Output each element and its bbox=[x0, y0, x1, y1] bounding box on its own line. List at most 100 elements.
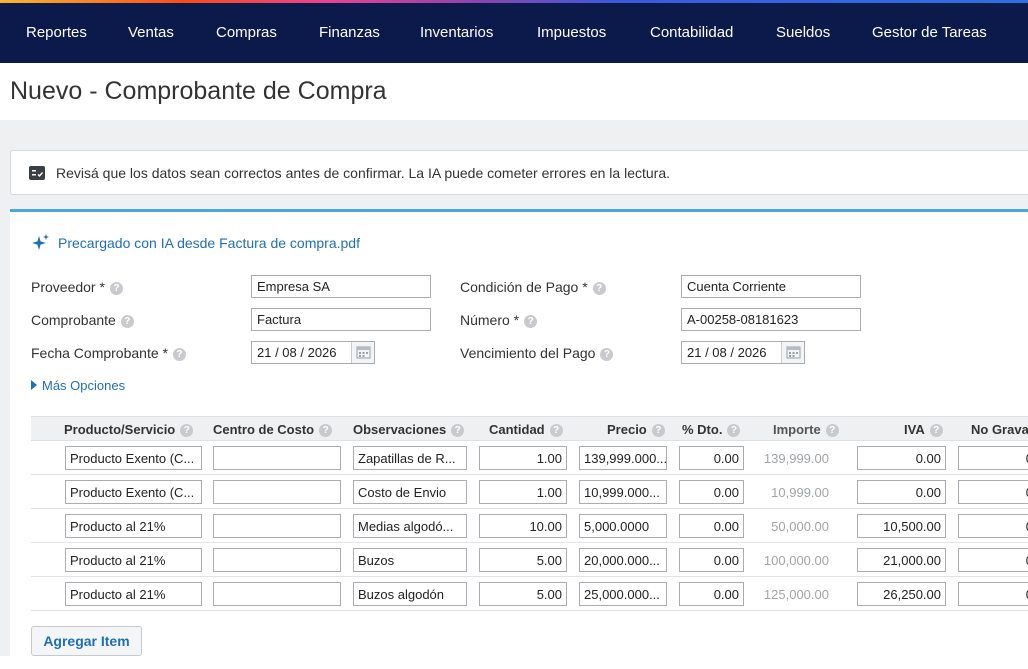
no-grava-input[interactable]: 0 bbox=[958, 446, 1028, 470]
iva-input[interactable]: 26,250.00 bbox=[857, 582, 946, 606]
descuento-input[interactable]: 0.00 bbox=[679, 514, 744, 538]
importe-value: 50,000.00 bbox=[771, 519, 829, 534]
nav-item-finanzas[interactable]: Finanzas bbox=[319, 3, 380, 63]
condicion-pago-field[interactable]: Cuenta Corriente bbox=[681, 275, 861, 298]
precio-input[interactable]: 10,999.000... bbox=[579, 480, 667, 504]
calendar-icon[interactable] bbox=[781, 342, 804, 363]
precio-input[interactable]: 139,999.000... bbox=[579, 446, 667, 470]
cantidad-input[interactable]: 1.00 bbox=[479, 446, 567, 470]
voucher-card: Precargado con IA desde Factura de compr… bbox=[10, 209, 1028, 669]
no-grava-input[interactable]: 0 bbox=[958, 514, 1028, 538]
producto-select[interactable]: Producto al 21% bbox=[65, 582, 202, 606]
importe-value: 125,000.00 bbox=[763, 587, 829, 602]
producto-select[interactable]: Producto al 21% bbox=[65, 514, 202, 538]
nav-item-impuestos[interactable]: Impuestos bbox=[537, 3, 606, 63]
descuento-input[interactable]: 0.00 bbox=[679, 582, 744, 606]
vencimiento-date-input[interactable]: 21 / 08 / 2026 bbox=[681, 341, 805, 364]
nav-item-contabilidad[interactable]: Contabilidad bbox=[650, 3, 733, 63]
nav-item-compras[interactable]: Compras bbox=[216, 3, 277, 63]
comprobante-field[interactable]: Factura bbox=[251, 308, 431, 331]
table-row: Producto al 21% Buzos 5.00 20,000.000...… bbox=[31, 543, 1028, 577]
precio-input[interactable]: 20,000.000... bbox=[579, 548, 667, 572]
vencimiento-label: Vencimiento del Pago? bbox=[460, 345, 614, 361]
observaciones-input[interactable]: Costo de Envio bbox=[353, 480, 467, 504]
iva-input[interactable]: 0.00 bbox=[857, 446, 946, 470]
centro-costo-input[interactable] bbox=[213, 446, 341, 470]
help-icon[interactable]: ? bbox=[319, 424, 333, 437]
calendar-icon[interactable] bbox=[351, 342, 374, 363]
help-icon[interactable]: ? bbox=[825, 424, 839, 437]
observaciones-input[interactable]: Zapatillas de R... bbox=[353, 446, 467, 470]
add-item-button[interactable]: Agregar Item bbox=[31, 626, 142, 656]
observaciones-input[interactable]: Buzos bbox=[353, 548, 467, 572]
centro-costo-input[interactable] bbox=[213, 480, 341, 504]
producto-select[interactable]: Producto Exento (C... bbox=[65, 480, 202, 504]
descuento-input[interactable]: 0.00 bbox=[679, 480, 744, 504]
no-grava-input[interactable]: 0 bbox=[958, 480, 1028, 504]
iva-input[interactable]: 10,500.00 bbox=[857, 514, 946, 538]
precio-input[interactable]: 25,000.000... bbox=[579, 582, 667, 606]
col-centro-costo: Centro de Costo? bbox=[213, 422, 333, 437]
numero-label-text: Número * bbox=[460, 312, 520, 328]
cantidad-input[interactable]: 5.00 bbox=[479, 548, 567, 572]
col-producto-label: Producto/Servicio bbox=[64, 422, 176, 437]
checklist-icon bbox=[29, 166, 45, 180]
condicion-label: Condición de Pago *? bbox=[460, 279, 606, 295]
descuento-input[interactable]: 0.00 bbox=[679, 548, 744, 572]
fecha-label: Fecha Comprobante *? bbox=[31, 345, 186, 361]
help-icon[interactable]: ? bbox=[727, 424, 741, 437]
ai-prefill-text: Precargado con IA desde Factura de compr… bbox=[58, 235, 360, 251]
nav-item-sueldos[interactable]: Sueldos bbox=[776, 3, 830, 63]
nav-item-reportes[interactable]: Reportes bbox=[26, 3, 87, 63]
observaciones-input[interactable]: Medias algodó... bbox=[353, 514, 467, 538]
comprobante-label-text: Comprobante bbox=[31, 312, 116, 328]
table-row: Producto al 21% Buzos algodón 5.00 25,00… bbox=[31, 577, 1028, 611]
col-observaciones: Observaciones? bbox=[353, 422, 465, 437]
help-icon[interactable]: ? bbox=[600, 348, 614, 361]
help-icon[interactable]: ? bbox=[172, 348, 186, 361]
table-row: Producto al 21% Medias algodó... 10.00 5… bbox=[31, 509, 1028, 543]
proveedor-field[interactable]: Empresa SA bbox=[251, 275, 431, 298]
page-title: Nuevo - Comprobante de Compra bbox=[10, 77, 387, 105]
cantidad-input[interactable]: 10.00 bbox=[479, 514, 567, 538]
cantidad-input[interactable]: 1.00 bbox=[479, 480, 567, 504]
descuento-input[interactable]: 0.00 bbox=[679, 446, 744, 470]
fecha-date-input[interactable]: 21 / 08 / 2026 bbox=[251, 341, 375, 364]
centro-costo-input[interactable] bbox=[213, 582, 341, 606]
more-options-toggle[interactable]: Más Opciones bbox=[31, 378, 125, 393]
nav-item-ventas[interactable]: Ventas bbox=[128, 3, 174, 63]
more-options-label: Más Opciones bbox=[42, 378, 126, 393]
help-icon[interactable]: ? bbox=[180, 424, 194, 437]
centro-costo-input[interactable] bbox=[213, 548, 341, 572]
help-icon[interactable]: ? bbox=[651, 424, 665, 437]
precio-input[interactable]: 5,000.0000 bbox=[579, 514, 667, 538]
top-navbar: Reportes Ventas Compras Finanzas Inventa… bbox=[0, 0, 1028, 63]
nav-item-inventarios[interactable]: Inventarios bbox=[420, 3, 493, 63]
numero-label: Número *? bbox=[460, 312, 538, 328]
cantidad-input[interactable]: 5.00 bbox=[479, 582, 567, 606]
no-grava-input[interactable]: 0 bbox=[958, 548, 1028, 572]
col-importe: Importe? bbox=[773, 422, 839, 437]
col-descuento: % Dto.? bbox=[682, 422, 741, 437]
iva-input[interactable]: 21,000.00 bbox=[857, 548, 946, 572]
proveedor-label-text: Proveedor * bbox=[31, 279, 105, 295]
producto-select[interactable]: Producto al 21% bbox=[65, 548, 202, 572]
table-row: Producto Exento (C... Zapatillas de R...… bbox=[31, 441, 1028, 475]
help-icon[interactable]: ? bbox=[592, 282, 606, 295]
nav-item-gestor-tareas[interactable]: Gestor de Tareas bbox=[872, 3, 987, 63]
help-icon[interactable]: ? bbox=[549, 424, 563, 437]
help-icon[interactable]: ? bbox=[120, 315, 134, 328]
help-icon[interactable]: ? bbox=[451, 424, 465, 437]
help-icon[interactable]: ? bbox=[929, 424, 943, 437]
help-icon[interactable]: ? bbox=[109, 282, 123, 295]
col-iva: IVA? bbox=[904, 422, 943, 437]
help-icon[interactable]: ? bbox=[524, 315, 538, 328]
vencimiento-value: 21 / 08 / 2026 bbox=[687, 345, 767, 360]
numero-field[interactable]: A-00258-08181623 bbox=[681, 308, 861, 331]
no-grava-input[interactable]: 0 bbox=[958, 582, 1028, 606]
col-importe-label: Importe bbox=[773, 422, 821, 437]
iva-input[interactable]: 0.00 bbox=[857, 480, 946, 504]
observaciones-input[interactable]: Buzos algodón bbox=[353, 582, 467, 606]
centro-costo-input[interactable] bbox=[213, 514, 341, 538]
producto-select[interactable]: Producto Exento (C... bbox=[65, 446, 202, 470]
